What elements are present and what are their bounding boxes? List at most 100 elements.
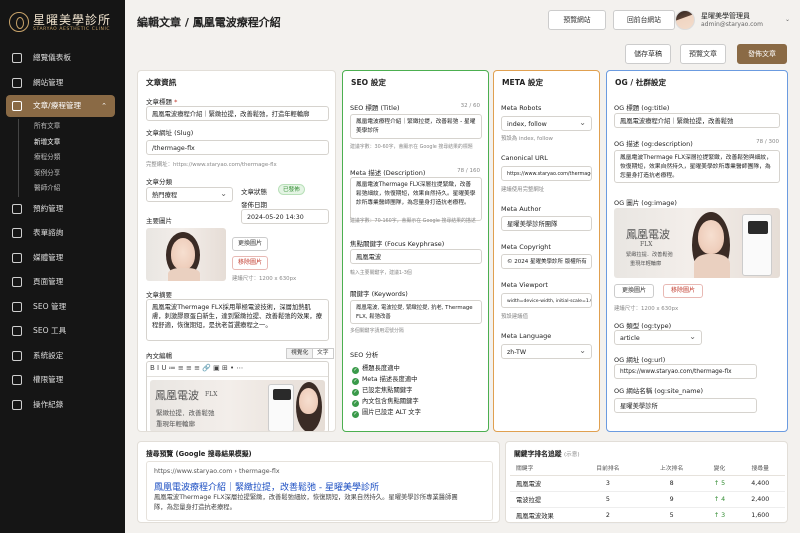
submenu-case-sharing[interactable]: 案例分享 [34,166,125,182]
title-input[interactable]: 鳳凰電波療程介紹｜緊緻拉提，改善鬆弛，打造年輕輪廓 [146,106,329,121]
canonical-label: Canonical URL [501,154,548,162]
tab-text[interactable]: 文字 [312,348,334,359]
search-volume-cell: 1,600 [735,507,785,524]
og-type-select[interactable]: article [614,330,702,345]
sidebar-item-permissions[interactable]: 權限管理 [0,368,125,393]
article-info-panel: 文章資訊 文章標題 * 鳳凰電波療程介紹｜緊緻拉提，改善鬆弛，打造年輕輪廓 文章… [137,70,336,432]
ranking-section-title: 關鍵字排名追蹤 (示意) [514,450,580,458]
og-remove-image-button[interactable]: 移除圖片 [663,284,703,298]
last-rank-cell: 5 [639,507,704,524]
meta-description-textarea[interactable]: 鳳凰電波Thermage FLX深層拉提緊緻，改善鬆弛細紋，恢復期短，效果自然持… [350,177,482,221]
page-title: 編輯文章 / 鳳凰電波療程介紹 [137,14,281,30]
serp-url: https://www.staryao.com › thermage-flx [154,468,280,475]
og-type-label: OG 類型 (og:type) [614,322,672,330]
og-replace-image-button[interactable]: 更換圖片 [614,284,654,298]
meta-viewport-input[interactable]: width=device-width, initial-scale=1.0 [501,293,592,308]
replace-image-button[interactable]: 更換圖片 [232,237,268,251]
submenu-new-article[interactable]: 新增文章 [34,135,125,151]
publish-date-input[interactable]: 2024-05-20 14:30 [241,209,329,224]
meta-robots-select[interactable]: index, follow [501,116,592,131]
content-image[interactable]: 鳳凰電波 FLX 緊緻拉提．改善鬆弛 重現年輕輪廓 [150,380,325,431]
og-title-input[interactable]: 鳳凰電波療程介紹｜緊緻拉提，改善鬆弛 [614,113,780,128]
sidebar-item-pages[interactable]: 頁面管理 [0,270,125,295]
serp-description: 鳳凰電波Thermage FLX深層拉提緊緻，改善鬆弛細紋，恢復期短，效果自然持… [154,494,458,511]
image-size-hint: 建議尺寸：1200 x 630px [232,276,297,282]
front-site-button[interactable]: 回前台網站 [613,10,675,30]
sidebar-item-settings[interactable]: 系統設定 [0,344,125,369]
sidebar-item-logs[interactable]: 操作紀錄 [0,393,125,418]
check-icon: ✓ [352,367,359,374]
breadcrumb-current: 鳳凰電波療程介紹 [192,16,281,29]
focus-keyphrase-input[interactable]: 鳳凰電波 [350,249,482,264]
sidebar-item-label: 權限管理 [33,375,64,385]
category-select[interactable]: 熱門療程 [146,187,233,202]
sidebar-item-label: 網站管理 [33,77,64,87]
submenu-all-articles[interactable]: 所有文章 [34,119,125,135]
form-icon [12,228,22,239]
slug-input[interactable]: /thermage-flx [146,140,329,155]
remove-image-button[interactable]: 移除圖片 [232,256,268,270]
submenu-doctors[interactable]: 醫師介紹 [34,181,125,197]
sidebar-item-dashboard[interactable]: 總覽儀表板 [0,46,125,71]
sidebar-item-booking[interactable]: 預約管理 [0,197,125,222]
chevron-down-icon[interactable]: ⌄ [785,16,790,23]
editor-toolbar[interactable]: B I U ≔ ≡ ≡ ≡ 🔗 ▣ ⊞ • ⋯ [150,364,243,372]
brand-subtitle: STARYAO AESTHETIC CLINIC [33,27,111,32]
breadcrumb-separator: / [184,16,189,29]
column-header: 目前排名 [576,460,640,476]
breadcrumb-parent[interactable]: 編輯文章 [137,16,181,29]
og-section-title: OG / 社群設定 [615,78,667,87]
keyword-ranking-panel: 關鍵字排名追蹤 (示意) 關鍵字 目前排名 上次排名 變化 搜尋量 鳳凰電波 3… [505,441,788,524]
status-badge: 已發佈 [278,184,305,195]
tab-visual[interactable]: 視覺化 [286,348,314,359]
check-icon: ✓ [352,400,359,407]
sidebar-item-label: 表單諮詢 [33,228,64,238]
brand-logo[interactable]: 星曜美學診所 STARYAO AESTHETIC CLINIC [9,10,121,34]
preview-site-button[interactable]: 預覽網站 [548,10,606,30]
search-volume-cell: 2,400 [735,491,785,508]
meta-description-label: Meta 描述 (Description) [350,169,426,177]
dashboard-icon [12,53,22,63]
main-image-thumbnail[interactable] [146,228,226,281]
serp-title[interactable]: 鳳凰電波療程介紹｜緊緻拉提，改善鬆弛 - 星曜美學診所 [154,480,379,493]
og-url-input[interactable]: https://www.staryao.com/thermage-flx [614,364,757,379]
publish-button[interactable]: 發佈文章 [737,44,787,64]
sidebar-item-seo-tools[interactable]: SEO 工具 [0,319,125,344]
og-description-counter: 78 / 300 [756,139,779,145]
preview-article-button[interactable]: 預覽文章 [680,44,726,64]
meta-language-select[interactable]: zh-TW [501,344,592,359]
seo-check-item: ✓ 內文包含焦點關鍵字 [352,398,419,407]
meta-viewport-label: Meta Viewport [501,281,548,289]
save-draft-button[interactable]: 儲存草稿 [625,44,671,64]
meta-author-input[interactable]: 星曜美學診所團隊 [501,216,592,231]
category-label: 文章分類 [146,178,172,186]
main-image-label: 主要圖片 [146,217,172,225]
user-name: 星曜美學管理員 [701,12,750,20]
og-image-line1: 緊緻拉提．改善鬆弛 [626,252,673,258]
sidebar-item-label: 操作紀錄 [33,399,64,409]
sidebar-item-media[interactable]: 媒體管理 [0,246,125,271]
meta-viewport-hint: 預設建議值 [501,314,528,320]
og-site-name-input[interactable]: 星曜美學診所 [614,398,757,413]
summary-textarea[interactable]: 鳳凰電波Thermage FLX採用單極電波技術，深層加熱肌膚，刺激膠原蛋白新生… [146,299,329,341]
submenu-treatment-categories[interactable]: 療程分類 [34,150,125,166]
sidebar-item-articles[interactable]: 文章/療程管理 ⌃ [6,95,115,117]
content-editor[interactable]: B I U ≔ ≡ ≡ ≡ 🔗 ▣ ⊞ • ⋯ 鳳凰電波 FLX 緊緻拉提．改善… [146,361,329,431]
meta-copyright-label: Meta Copyright [501,243,551,251]
canonical-input[interactable]: https://www.staryao.com/thermage-flx [501,166,592,181]
ranking-table: 關鍵字 目前排名 上次排名 變化 搜尋量 鳳凰電波 3 8 ↑ 5 4,400 … [510,460,785,524]
sidebar-item-label: 頁面管理 [33,277,64,287]
meta-copyright-input[interactable]: © 2024 星曜美學診所 版權所有 [501,254,592,269]
seo-check-item: ✓ 圖片已設定 ALT 文字 [352,409,421,418]
sidebar-item-forms[interactable]: 表單諮詢 [0,221,125,246]
seo-title-input[interactable]: 鳳凰電波療程介紹｜緊緻拉提，改善鬆弛 - 星曜美學診所 [350,114,482,139]
og-description-textarea[interactable]: 鳳凰電波Thermage FLX深層拉提緊緻，改善鬆弛與細紋，恢復期短，效果自然… [614,150,780,183]
avatar[interactable] [675,10,695,30]
keywords-input[interactable]: 鳳凰電波, 電波拉提, 緊緻拉提, 抗老, Thermage FLX, 鬆弛改善 [350,300,482,324]
meta-description-hint: 建議字數：70-160字，會顯示在 Google 搜尋結果的描述 [350,218,476,224]
sidebar-item-website[interactable]: 網站管理 [0,71,125,96]
publish-date-label: 發佈日期 [241,201,267,209]
og-image-preview[interactable]: 鳳凰電波 FLX 緊緻拉提．改善鬆弛 重現年輕輪廓 [614,208,780,278]
sidebar-item-seo[interactable]: SEO 管理 [0,295,125,320]
column-header: 變化 [703,460,736,476]
